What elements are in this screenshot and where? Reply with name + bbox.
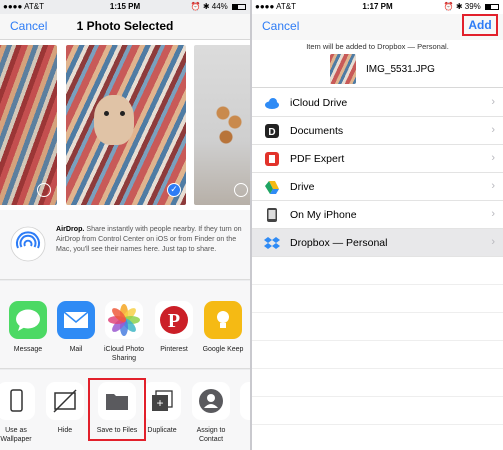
location-documents[interactable]: D Documents › — [252, 117, 503, 145]
chevron-right-icon: › — [491, 124, 495, 136]
photo-thumbnail[interactable] — [194, 45, 250, 205]
share-app-icloud-photo-sharing[interactable]: iCloud Photo Sharing — [96, 301, 152, 363]
battery-indicator: ⏰ ✱ 39% — [444, 2, 499, 11]
action-hide[interactable]: Hide — [40, 382, 90, 435]
chevron-right-icon: › — [491, 236, 495, 248]
plant-image — [214, 95, 244, 155]
chevron-right-icon: › — [491, 208, 495, 220]
share-app-google-keep[interactable]: Google Keep — [195, 301, 250, 354]
location-pdf-expert[interactable]: PDF Expert › — [252, 145, 503, 173]
svg-text:D: D — [268, 127, 275, 138]
photo-thumbnail[interactable]: ✓ — [66, 45, 186, 205]
airdrop-title: AirDrop. — [56, 225, 85, 233]
file-name: IMG_5531.JPG — [366, 64, 435, 75]
airdrop-section[interactable]: AirDrop. Share instantly with people nea… — [0, 210, 250, 280]
photo-strip[interactable]: ✓ — [0, 40, 250, 210]
duplicate-icon: + — [143, 382, 181, 420]
action-use-as-wallpaper[interactable]: Use as Wallpaper — [0, 382, 41, 444]
action-more[interactable] — [234, 382, 250, 420]
google-keep-icon — [204, 301, 242, 339]
list-filler — [252, 257, 503, 285]
save-to-files-highlight — [88, 378, 146, 441]
dog-eye — [104, 111, 109, 116]
location-drive[interactable]: Drive › — [252, 173, 503, 201]
location-label: Drive — [290, 181, 315, 193]
file-thumbnail — [330, 54, 356, 84]
dropbox-icon — [264, 237, 280, 249]
action-assign-to-contact[interactable]: Assign to Contact — [186, 382, 236, 444]
cancel-button[interactable]: Cancel — [262, 19, 299, 33]
chevron-right-icon: › — [491, 152, 495, 164]
location-dropbox-personal[interactable]: Dropbox — Personal › — [252, 229, 503, 257]
location-label: On My iPhone — [290, 209, 357, 221]
svg-text:P: P — [168, 310, 180, 332]
battery-icon — [232, 4, 246, 10]
dog-image — [94, 95, 134, 145]
status-bar: ●●●● AT&T 1:17 PM ⏰ ✱ 39% — [252, 0, 503, 14]
location-label: iCloud Drive — [290, 97, 348, 109]
list-filler — [252, 285, 503, 313]
iphone-icon — [0, 382, 35, 420]
battery-percent: ⏰ ✱ 44% — [190, 2, 228, 11]
share-sheet-screen: ●●●● AT&T 1:15 PM ⏰ ✱ 44% Cancel 1 Photo… — [0, 0, 250, 450]
svg-text:+: + — [156, 396, 163, 410]
battery-fill — [486, 5, 491, 9]
chevron-right-icon: › — [491, 180, 495, 192]
iphone-icon — [267, 208, 277, 222]
selection-circle-icon[interactable] — [234, 183, 248, 197]
google-drive-icon — [265, 181, 279, 194]
pdf-expert-icon — [265, 152, 279, 166]
add-button[interactable]: Add — [462, 14, 498, 36]
icloud-icon — [265, 98, 279, 109]
page-title: 1 Photo Selected — [76, 19, 174, 33]
locations-list: iCloud Drive › D Documents › PDF Expert … — [252, 89, 503, 450]
app-label: iCloud Photo Sharing — [103, 346, 145, 362]
action-label: Hide — [57, 427, 73, 434]
list-filler — [252, 341, 503, 369]
app-label: Google Keep — [202, 346, 244, 353]
action-label: Use as Wallpaper — [0, 427, 32, 443]
list-filler — [252, 369, 503, 397]
location-on-my-iphone[interactable]: On My iPhone › — [252, 201, 503, 229]
action-label: Assign to Contact — [196, 427, 226, 443]
location-label: PDF Expert — [290, 153, 345, 165]
app-label: Pinterest — [160, 346, 188, 353]
photo-thumbnail[interactable] — [0, 45, 57, 205]
dog-eye — [120, 111, 125, 116]
battery-fill — [233, 5, 239, 9]
photos-icon — [105, 301, 143, 339]
app-share-row: Message Mail iCloud Photo Sharing P Pint… — [0, 281, 250, 369]
selection-circle-icon[interactable] — [37, 183, 51, 197]
location-label: Dropbox — Personal — [290, 237, 388, 249]
more-icon — [240, 382, 250, 420]
checkmark-icon[interactable]: ✓ — [167, 183, 181, 197]
list-filler — [252, 397, 503, 425]
location-icloud-drive[interactable]: iCloud Drive › — [252, 89, 503, 117]
file-preview: IMG_5531.JPG — [252, 52, 503, 88]
documents-icon: D — [265, 124, 279, 138]
files-picker-screen: ●●●● AT&T 1:17 PM ⏰ ✱ 39% Cancel Add Ite… — [252, 0, 503, 450]
airdrop-body: Share instantly with people nearby. If t… — [56, 225, 242, 253]
battery-percent: ⏰ ✱ 39% — [443, 2, 481, 11]
list-filler — [252, 425, 503, 450]
list-filler — [252, 313, 503, 341]
battery-indicator: ⏰ ✱ 44% — [191, 2, 246, 11]
airdrop-icon — [10, 226, 46, 262]
pinterest-icon: P — [155, 301, 193, 339]
battery-icon — [485, 4, 499, 10]
chevron-right-icon: › — [491, 96, 495, 108]
mail-icon — [57, 301, 95, 339]
contact-icon — [192, 382, 230, 420]
share-app-pinterest[interactable]: P Pinterest — [146, 301, 202, 354]
nav-bar: Cancel 1 Photo Selected — [0, 14, 250, 40]
status-bar: ●●●● AT&T 1:15 PM ⏰ ✱ 44% — [0, 0, 250, 14]
hide-icon — [46, 382, 84, 420]
airdrop-description: AirDrop. Share instantly with people nea… — [56, 224, 242, 254]
destination-note: Item will be added to Dropbox — Personal… — [306, 42, 449, 51]
location-label: Documents — [290, 125, 344, 137]
messages-icon — [9, 301, 47, 339]
